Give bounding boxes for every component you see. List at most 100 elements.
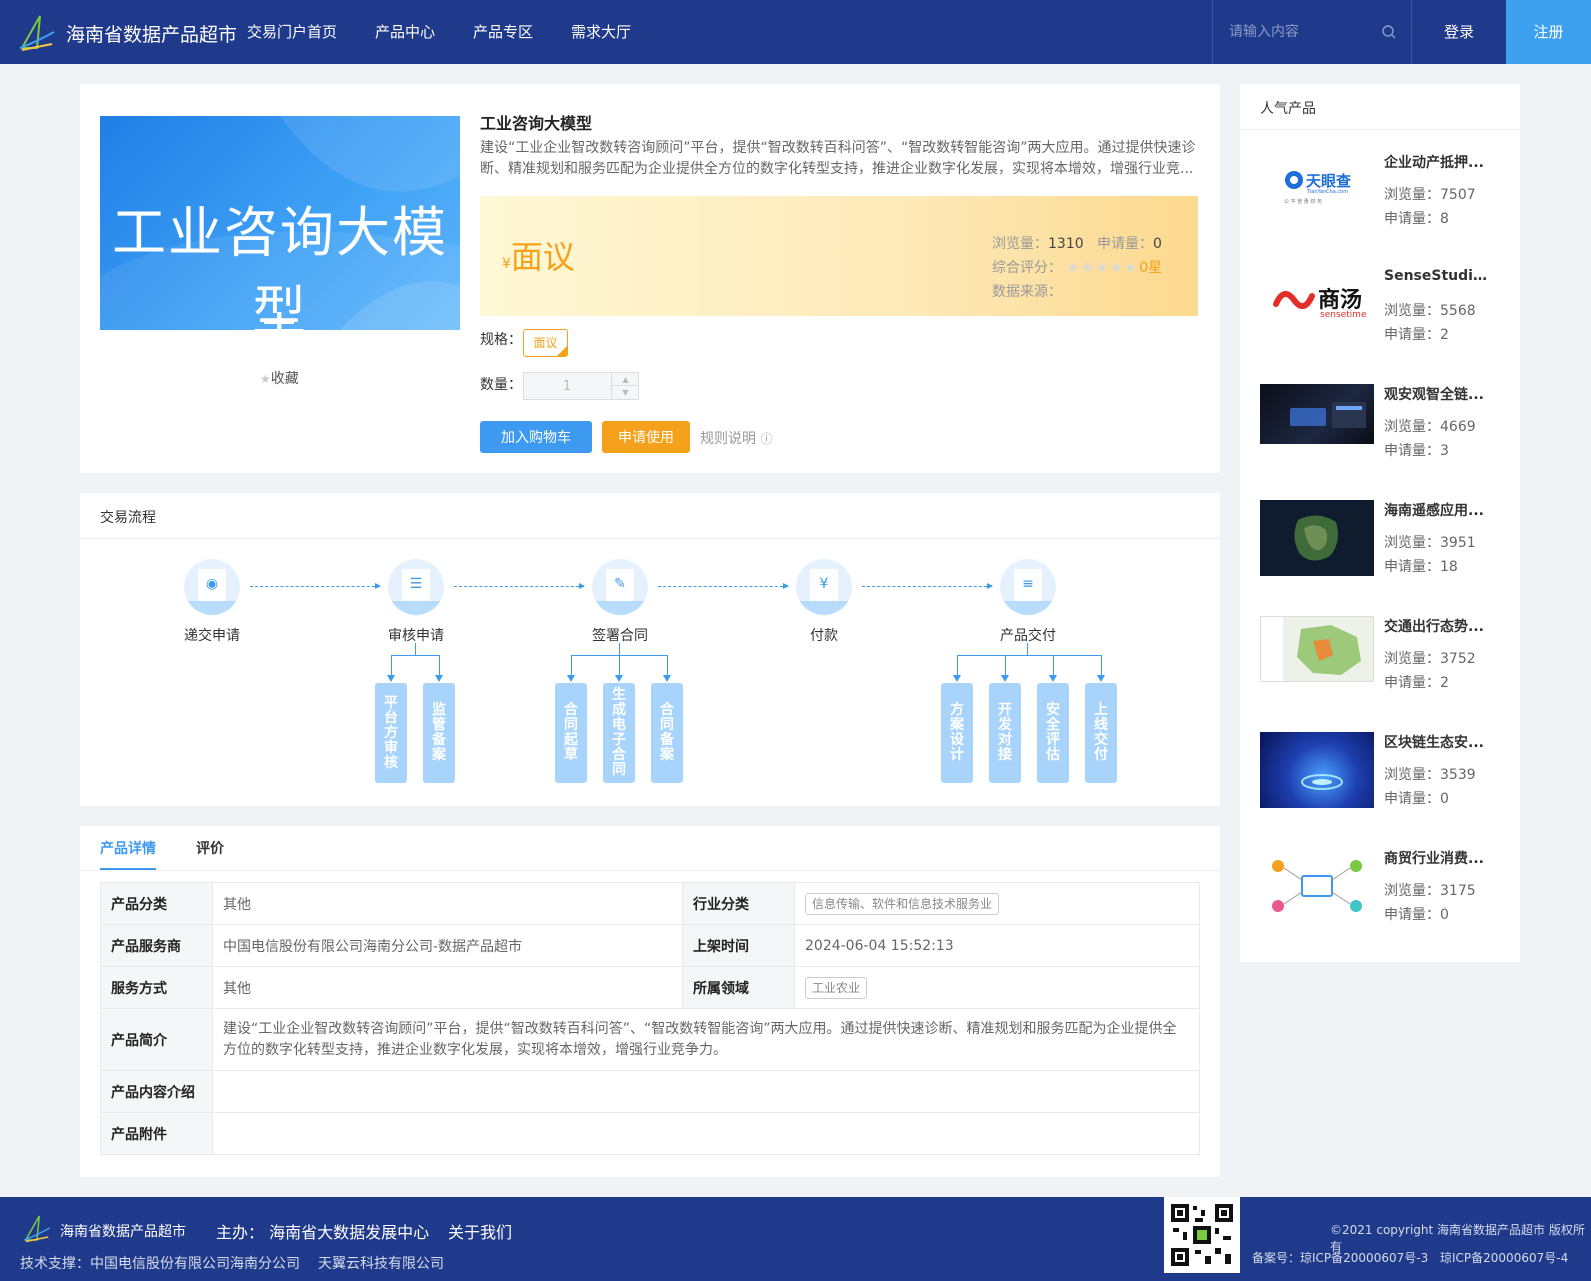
popular-products-panel: 人气产品 天眼查 TianYanCha.com 公 平 普 惠 财 务 企业动产… (1240, 84, 1520, 962)
tianyancha-text: 天眼查 (1306, 172, 1352, 190)
item-name[interactable]: SenseStudio... (1384, 268, 1494, 284)
search-input[interactable] (1229, 20, 1379, 44)
item-name[interactable]: 企业动产抵押... (1384, 152, 1494, 172)
popular-item[interactable]: 商贸行业消费... 浏览量：3175 申请量：0 (1260, 848, 1500, 948)
site-brand[interactable]: 海南省数据产品超市 (66, 20, 237, 47)
branch-arrow (1097, 655, 1105, 682)
nav-demand-hall[interactable]: 需求大厅 (571, 0, 631, 64)
divider (1240, 129, 1520, 130)
about-us-link[interactable]: 关于我们 (448, 1219, 512, 1243)
table-value (212, 1070, 1200, 1113)
submit-application-icon: ◉ (184, 559, 240, 615)
item-views: 浏览量：5568 (1384, 303, 1476, 319)
product-thumbnail[interactable]: 商汤 sensetime (1260, 268, 1374, 344)
increment-icon[interactable]: ▲ (611, 373, 639, 386)
add-to-cart-button[interactable]: 加入购物车 (480, 421, 592, 453)
quantity-stepper: ▲ ▼ (523, 372, 639, 400)
table-key: 产品附件 (100, 1112, 213, 1155)
item-views: 浏览量：7507 (1384, 187, 1476, 203)
table-key: 产品简介 (100, 1008, 213, 1071)
item-name[interactable]: 商贸行业消费... (1384, 848, 1494, 868)
quantity-input[interactable] (524, 373, 610, 399)
nav-product-center[interactable]: 产品中心 (375, 0, 435, 64)
source-label: 数据来源： (992, 284, 1062, 300)
spec-label: 规格： (480, 332, 522, 348)
product-thumbnail[interactable] (1260, 384, 1374, 444)
product-thumbnail[interactable]: 天眼查 TianYanCha.com 公 平 普 惠 财 务 (1260, 152, 1374, 228)
nav-home[interactable]: 交易门户首页 (247, 0, 337, 64)
table-key: 产品服务商 (100, 924, 213, 967)
branch-arrow (387, 655, 395, 682)
branch-arrow (615, 655, 623, 682)
table-key: 产品内容介绍 (100, 1070, 213, 1113)
popular-item[interactable]: 天眼查 TianYanCha.com 公 平 普 惠 财 务 企业动产抵押...… (1260, 152, 1500, 252)
rating-label: 综合评分： (992, 260, 1062, 276)
tianyancha-domain: TianYanCha.com (1307, 189, 1349, 195)
rules-link[interactable]: 规则说明 ⓘ (700, 428, 772, 448)
sign-contract-icon: ✎ (592, 559, 648, 615)
popular-item[interactable]: 海南遥感应用... 浏览量：3951 申请量：18 (1260, 500, 1500, 600)
popular-item[interactable]: 区块链生态安... 浏览量：3539 申请量：0 (1260, 732, 1500, 832)
tab-product-detail[interactable]: 产品详情 (100, 838, 156, 858)
rating-stars-icon: ★★★★★ (1066, 260, 1140, 276)
trade-flow-panel: 交易流程 ◉ 递交申请 ☰ 审核申请 ✎ 签署合同 ¥ 付款 ≡ 产品交付 平台… (80, 493, 1220, 806)
carousel-indicator[interactable] (264, 321, 294, 324)
item-name[interactable]: 交通出行态势... (1384, 616, 1494, 636)
footer-icp-1[interactable]: 备案号：琼ICP备20000607号-3 (1252, 1249, 1428, 1266)
device-image-icon (1290, 402, 1366, 428)
login-button[interactable]: 登录 (1412, 0, 1506, 64)
footer-host: 主办： 海南省大数据发展中心 (216, 1223, 430, 1242)
product-thumbnail[interactable] (1260, 848, 1374, 924)
price-value: 面议 (510, 238, 575, 276)
payment-icon: ¥ (796, 559, 852, 615)
industry-tag: 信息传输、软件和信息技术服务业 (805, 892, 1000, 915)
tab-reviews[interactable]: 评价 (196, 838, 224, 858)
nav-product-zone[interactable]: 产品专区 (473, 0, 533, 64)
popular-item[interactable]: 观安观智全链... 浏览量：4669 申请量：3 (1260, 384, 1500, 484)
flow-arrow (658, 583, 789, 589)
star-icon: ★ (260, 372, 271, 386)
quantity-label: 数量： (480, 377, 522, 393)
branch-line (391, 655, 439, 656)
product-thumbnail[interactable] (1260, 732, 1374, 808)
item-name[interactable]: 海南遥感应用... (1384, 500, 1494, 520)
flow-step-label: 签署合同 (592, 628, 648, 644)
site-footer: 海南省数据产品超市 主办： 海南省大数据发展中心 关于我们 技术支撑：中国电信股… (0, 1197, 1591, 1281)
register-button[interactable]: 注册 (1506, 0, 1591, 64)
branch-line (619, 643, 620, 655)
top-header: 海南省数据产品超市 交易门户首页 产品中心 产品专区 需求大厅 登录 注册 (0, 0, 1591, 64)
favorite-button[interactable]: ★收藏 (260, 368, 299, 388)
item-name[interactable]: 区块链生态安... (1384, 732, 1494, 752)
item-views: 浏览量：3752 (1384, 651, 1476, 667)
table-key: 上架时间 (682, 924, 795, 967)
branch-arrow (663, 655, 671, 682)
footer-logo-icon (23, 1215, 51, 1243)
item-applies: 申请量：0 (1384, 907, 1449, 923)
views-label: 浏览量： (992, 236, 1048, 252)
flow-step-submit: ◉ 递交申请 (162, 559, 262, 645)
decrement-icon[interactable]: ▼ (611, 386, 639, 399)
product-thumbnail[interactable] (1260, 500, 1374, 576)
table-row: 产品附件 (100, 1112, 1200, 1155)
search-icon[interactable] (1381, 24, 1397, 40)
apply-use-button[interactable]: 申请使用 (602, 421, 690, 453)
popular-item[interactable]: 交通出行态势... 浏览量：3752 申请量：2 (1260, 616, 1500, 716)
flow-step-label: 产品交付 (1000, 628, 1056, 644)
product-banner[interactable]: 工业咨询大模型 (100, 116, 460, 330)
spec-option[interactable]: 面议 (523, 329, 568, 357)
table-key: 产品分类 (100, 882, 213, 925)
table-row: 产品内容介绍 (100, 1070, 1200, 1113)
rating-value: 0星 (1139, 260, 1163, 276)
item-name[interactable]: 观安观智全链... (1384, 384, 1494, 404)
product-thumbnail[interactable] (1260, 616, 1374, 682)
popular-item[interactable]: 商汤 sensetime SenseStudio... 浏览量：5568 申请量… (1260, 268, 1500, 368)
flow-step-delivery: ≡ 产品交付 (978, 559, 1078, 645)
item-applies: 申请量：3 (1384, 443, 1449, 459)
qr-code-icon (1164, 1197, 1240, 1273)
price: ¥面议 (502, 232, 575, 278)
item-views: 浏览量：3175 (1384, 883, 1476, 899)
footer-icp-2[interactable]: 琼ICP备20000607号-4 (1440, 1249, 1568, 1266)
site-logo-icon[interactable] (18, 12, 56, 52)
branch-arrow (567, 655, 575, 682)
table-row: 产品服务商 中国电信股份有限公司海南分公司-数据产品超市 上架时间 2024-0… (100, 924, 1200, 967)
